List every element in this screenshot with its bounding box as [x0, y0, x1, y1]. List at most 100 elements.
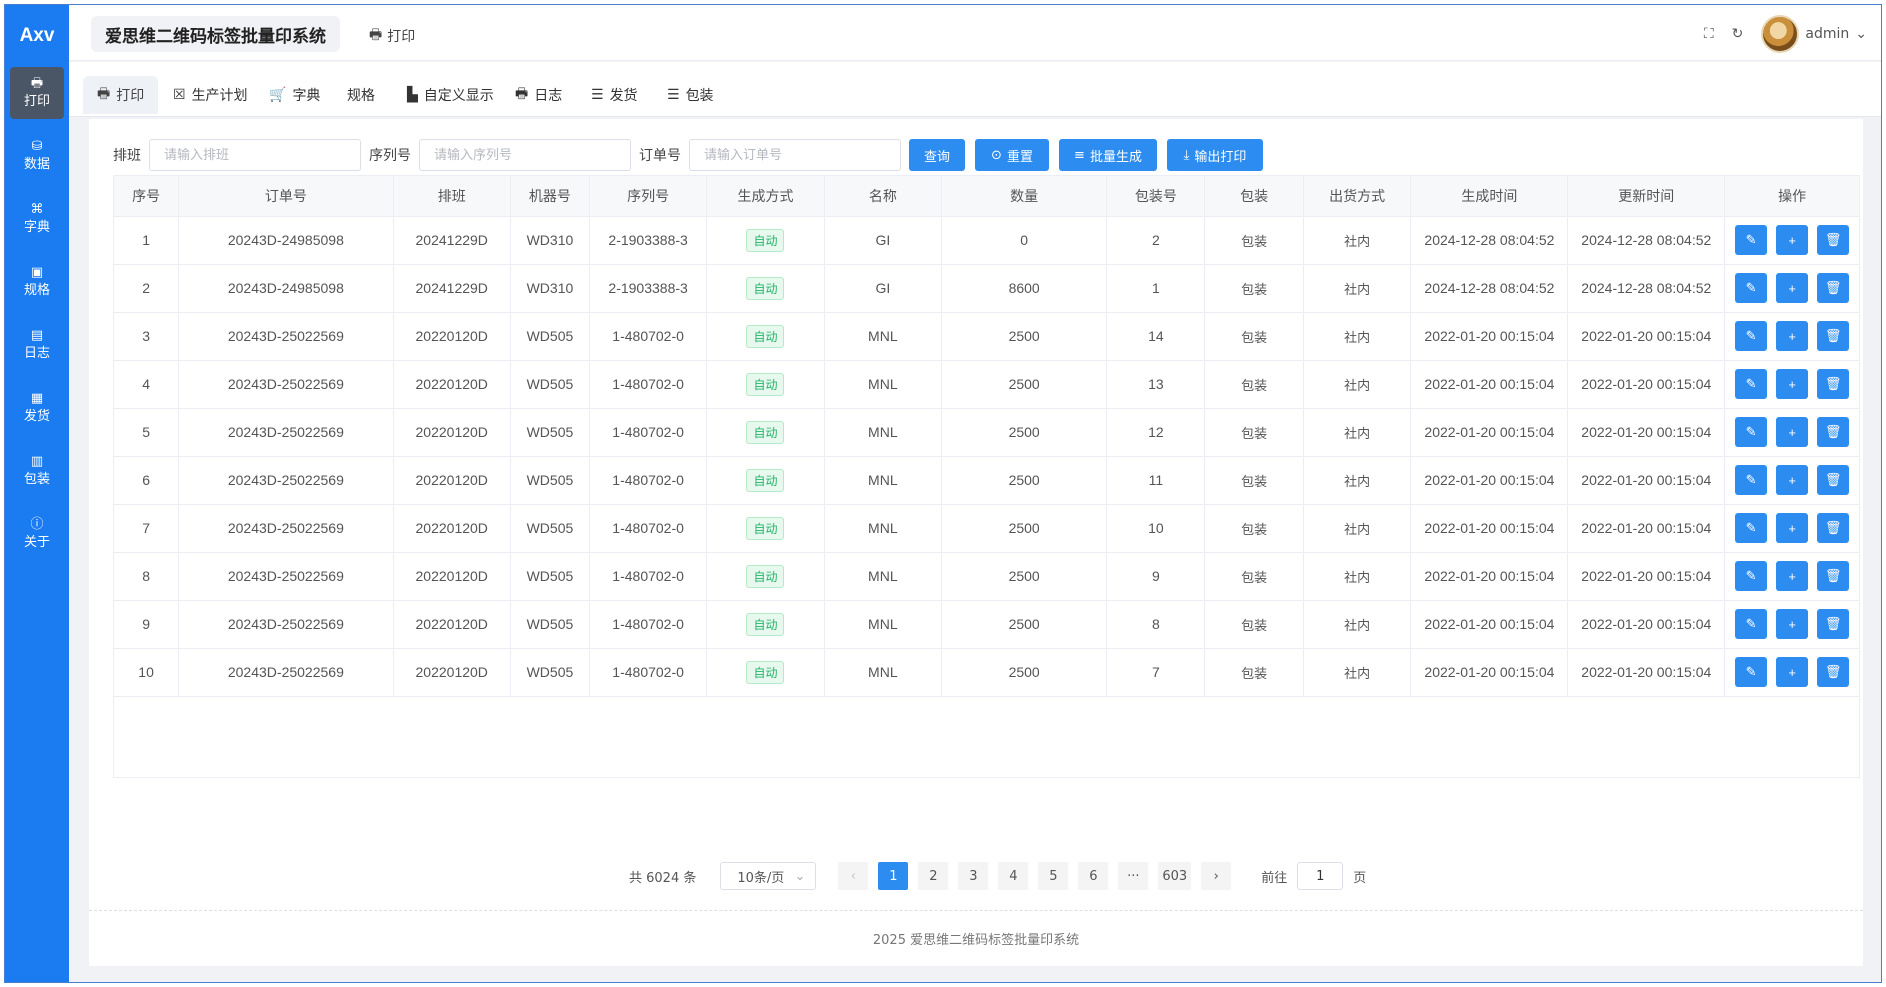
- add-button[interactable]: +: [1776, 417, 1809, 447]
- sidebar-item-log[interactable]: ▤ 日志: [10, 319, 64, 371]
- page-size-select[interactable]: 10条/页 ⌄: [720, 862, 817, 890]
- add-button[interactable]: +: [1776, 225, 1809, 255]
- refresh-icon[interactable]: ↻: [1732, 26, 1744, 42]
- edit-button[interactable]: ✎: [1735, 369, 1768, 399]
- fullscreen-icon[interactable]: ⛶: [1704, 26, 1714, 42]
- query-button[interactable]: 查询: [909, 139, 965, 171]
- sidebar-item-spec[interactable]: ▣ 规格: [10, 256, 64, 308]
- trash-icon: 🗑: [1824, 232, 1842, 247]
- tab-print[interactable]: 🖶 打印: [83, 76, 159, 114]
- user-menu[interactable]: admin ⌄: [1761, 15, 1867, 53]
- delete-button[interactable]: 🗑: [1817, 513, 1850, 543]
- order-label: 订单号: [639, 148, 681, 164]
- add-button[interactable]: +: [1776, 609, 1809, 639]
- delete-button[interactable]: 🗑: [1817, 465, 1850, 495]
- sidebar-item-label: 关于: [23, 535, 50, 550]
- edit-button[interactable]: ✎: [1735, 609, 1768, 639]
- tab-spec[interactable]: 规格: [333, 76, 389, 114]
- serial-input[interactable]: [419, 139, 631, 171]
- table-row: 3 20243D-25022569 20220120D WD505 1-480702-0…: [114, 312, 1859, 361]
- add-button[interactable]: +: [1776, 657, 1809, 687]
- add-button[interactable]: +: [1776, 561, 1809, 591]
- edit-button[interactable]: ✎: [1735, 273, 1768, 303]
- page-button[interactable]: 1: [878, 862, 909, 890]
- sidebar-item-about[interactable]: ⓘ 关于: [10, 508, 64, 560]
- table-cell: 20241229D: [393, 264, 511, 313]
- delete-button[interactable]: 🗑: [1817, 417, 1850, 447]
- header-print-label: 打印: [387, 29, 416, 45]
- trash-icon: 🗑: [1824, 472, 1842, 487]
- page-button[interactable]: 5: [1038, 862, 1069, 890]
- prev-page-button[interactable]: ‹: [838, 862, 869, 890]
- table-cell: 包装: [1204, 552, 1304, 601]
- reset-button[interactable]: ⊙ 重置: [975, 139, 1049, 171]
- delete-button[interactable]: 🗑: [1817, 561, 1850, 591]
- sidebar-item-dictionary[interactable]: ⌘ 字典: [10, 193, 64, 245]
- page-button[interactable]: 6: [1078, 862, 1109, 890]
- edit-button[interactable]: ✎: [1735, 465, 1768, 495]
- action-group: ✎ + 🗑: [1725, 369, 1859, 399]
- table-cell: 20243D-25022569: [178, 360, 394, 409]
- delete-button[interactable]: 🗑: [1817, 321, 1850, 351]
- table-cell: 社内: [1303, 216, 1412, 265]
- table-cell: 20243D-25022569: [178, 504, 394, 553]
- export-print-button[interactable]: ⤓ 输出打印: [1167, 139, 1263, 171]
- edit-button[interactable]: ✎: [1735, 417, 1768, 447]
- next-page-button[interactable]: ›: [1201, 862, 1232, 890]
- table-cell: 20243D-25022569: [178, 312, 394, 361]
- tab-log[interactable]: 🖶 日志: [501, 76, 576, 114]
- plus-icon: +: [1788, 472, 1796, 488]
- page-button[interactable]: 4: [998, 862, 1029, 890]
- tab-custom-display[interactable]: ▙ 自定义显示: [393, 76, 508, 114]
- batch-label: 批量生成: [1089, 149, 1142, 165]
- action-group: ✎ + 🗑: [1725, 657, 1859, 687]
- table-cell: 自动: [706, 648, 825, 697]
- tab-label: 自定义显示: [423, 88, 494, 104]
- header-print-link[interactable]: 🖶 打印: [369, 24, 415, 48]
- edit-button[interactable]: ✎: [1735, 321, 1768, 351]
- sidebar-item-packaging[interactable]: ▥ 包装: [10, 445, 64, 497]
- table-cell: 2: [1106, 216, 1206, 265]
- add-button[interactable]: +: [1776, 273, 1809, 303]
- table-cell: 1-480702-0: [589, 648, 708, 697]
- row-actions: ✎ + 🗑: [1724, 648, 1859, 697]
- pencil-icon: ✎: [1745, 616, 1757, 631]
- add-button[interactable]: +: [1776, 465, 1809, 495]
- tab-dictionary[interactable]: 🛒 字典: [255, 76, 334, 114]
- add-button[interactable]: +: [1776, 321, 1809, 351]
- add-button[interactable]: +: [1776, 369, 1809, 399]
- sidebar-item-data[interactable]: ⛁ 数据: [10, 130, 64, 182]
- edit-button[interactable]: ✎: [1735, 657, 1768, 687]
- add-button[interactable]: +: [1776, 513, 1809, 543]
- edit-button[interactable]: ✎: [1735, 513, 1768, 543]
- avatar[interactable]: [1761, 15, 1800, 53]
- sidebar-item-print[interactable]: 🖶 打印: [10, 67, 64, 119]
- row-actions: ✎ + 🗑: [1724, 456, 1859, 505]
- page-button[interactable]: 2: [918, 862, 949, 890]
- table-cell: 0: [941, 216, 1108, 265]
- edit-button[interactable]: ✎: [1735, 561, 1768, 591]
- delete-button[interactable]: 🗑: [1817, 609, 1850, 639]
- action-group: ✎ + 🗑: [1725, 417, 1859, 447]
- delete-button[interactable]: 🗑: [1817, 657, 1850, 687]
- table-cell: MNL: [824, 456, 943, 505]
- delete-button[interactable]: 🗑: [1817, 369, 1850, 399]
- page-button[interactable]: 3: [958, 862, 989, 890]
- more-pages-button[interactable]: ···: [1118, 862, 1149, 890]
- shift-input[interactable]: [149, 139, 361, 171]
- trash-icon: 🗑: [1824, 376, 1842, 391]
- batch-generate-button[interactable]: ≡ 批量生成: [1059, 139, 1157, 171]
- order-input[interactable]: [689, 139, 901, 171]
- tab-shipping[interactable]: ☰ 发货: [577, 76, 652, 114]
- edit-button[interactable]: ✎: [1735, 225, 1768, 255]
- goto-page-input[interactable]: [1297, 862, 1344, 890]
- tab-production-plan[interactable]: ☒ 生产计划: [159, 76, 262, 114]
- table-cell: 2024-12-28 08:04:52: [1410, 216, 1569, 265]
- delete-button[interactable]: 🗑: [1817, 225, 1850, 255]
- tab-packaging[interactable]: ☰ 包装: [653, 76, 728, 114]
- delete-button[interactable]: 🗑: [1817, 273, 1850, 303]
- table-cell: 包装: [1204, 600, 1304, 649]
- page-button[interactable]: 603: [1158, 862, 1192, 890]
- table-cell: MNL: [824, 600, 943, 649]
- sidebar-item-shipping[interactable]: ▦ 发货: [10, 382, 64, 434]
